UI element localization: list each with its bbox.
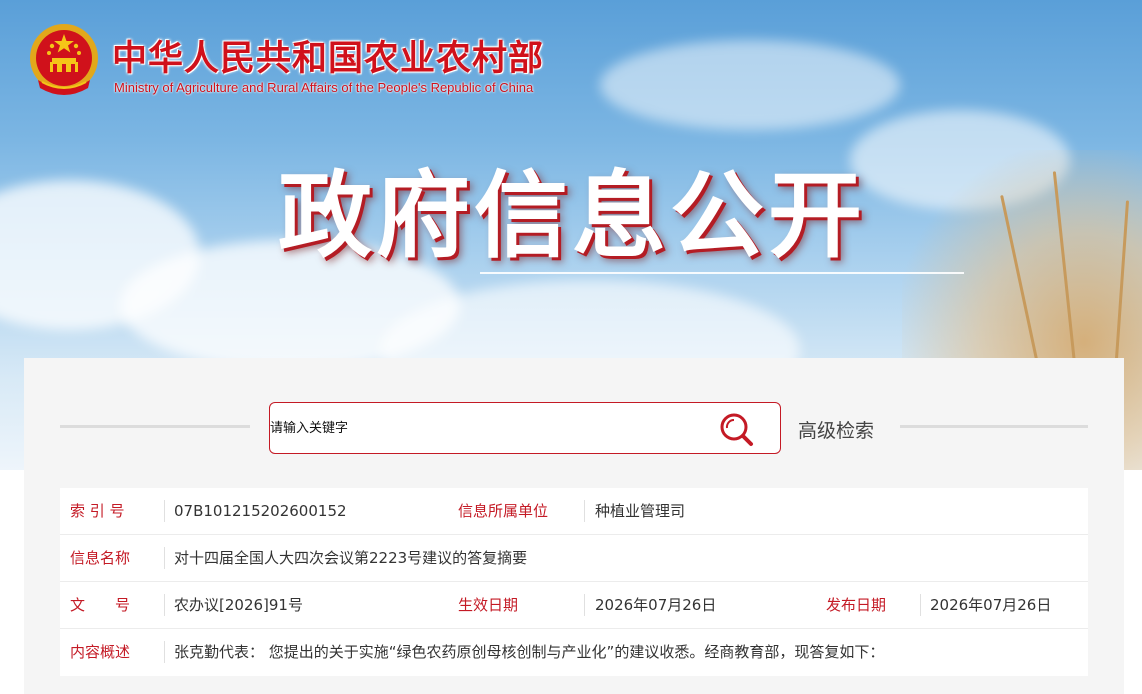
doc-number-label: 文 号 <box>70 596 131 614</box>
column-separator <box>164 641 165 663</box>
doc-number-value: 农办议[2026]91号 <box>174 596 303 614</box>
search-divider-left <box>60 425 250 428</box>
search-box <box>269 402 781 454</box>
effective-date-value: 2026年07月26日 <box>595 596 717 614</box>
name-label: 信息名称 <box>70 549 131 567</box>
column-separator <box>584 594 585 616</box>
ministry-name-en: Ministry of Agriculture and Rural Affair… <box>114 80 534 95</box>
table-row: 信息名称 对十四届全国人大四次会议第2223号建议的答复摘要 <box>60 535 1088 582</box>
index-value: 07B101215202600152 <box>174 502 347 520</box>
search-divider-right <box>900 425 1088 428</box>
search-input[interactable] <box>270 403 710 453</box>
unit-value: 种植业管理司 <box>595 502 686 520</box>
section-title: 政府信息公开 <box>278 162 867 271</box>
column-separator <box>164 500 165 522</box>
effective-date-label: 生效日期 <box>458 596 519 614</box>
advanced-search-link[interactable]: 高级检索 <box>798 416 874 443</box>
table-row: 文 号 农办议[2026]91号 生效日期 2026年07月26日 发布日期 2… <box>60 582 1088 629</box>
column-separator <box>164 594 165 616</box>
column-separator <box>164 547 165 569</box>
name-value: 对十四届全国人大四次会议第2223号建议的答复摘要 <box>174 549 528 567</box>
column-separator <box>920 594 921 616</box>
index-label: 索 引 号 <box>70 502 125 520</box>
column-separator <box>584 500 585 522</box>
info-table: 索 引 号 07B101215202600152 信息所属单位 种植业管理司 信… <box>60 488 1088 676</box>
publish-date-value: 2026年07月26日 <box>930 596 1052 614</box>
summary-label: 内容概述 <box>70 643 131 661</box>
summary-value: 张克勤代表： 您提出的关于实施“绿色农药原创母核创制与产业化”的建议收悉。经商教… <box>174 643 885 661</box>
table-row: 索 引 号 07B101215202600152 信息所属单位 种植业管理司 <box>60 488 1088 535</box>
unit-label: 信息所属单位 <box>458 502 549 520</box>
search-icon[interactable] <box>718 411 756 449</box>
ministry-name-cn: 中华人民共和国农业农村部 <box>112 38 545 79</box>
publish-date-label: 发布日期 <box>826 596 887 614</box>
title-underline <box>480 272 964 274</box>
table-row: 内容概述 张克勤代表： 您提出的关于实施“绿色农药原创母核创制与产业化”的建议收… <box>60 629 1088 676</box>
national-emblem-icon <box>30 24 98 95</box>
